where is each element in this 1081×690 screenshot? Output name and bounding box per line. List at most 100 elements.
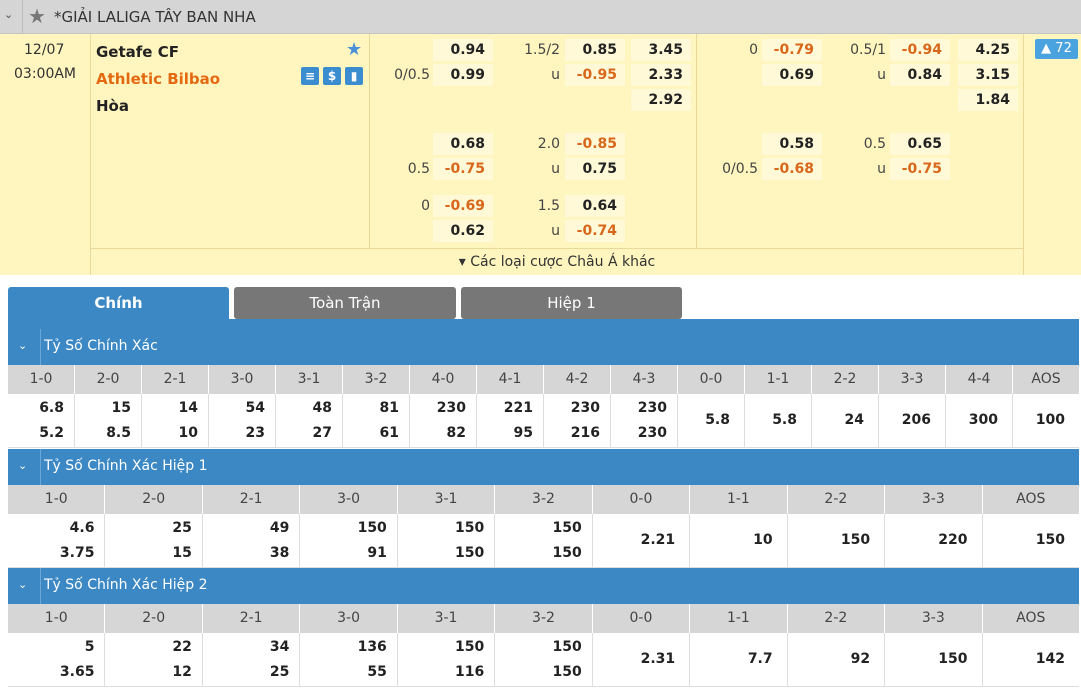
odds-cell[interactable]: 2.33 [631, 64, 691, 86]
score-odds-cell[interactable]: 24 [812, 394, 879, 447]
score-odds-cell[interactable]: 230 82 [410, 394, 477, 447]
score-odds-cell[interactable]: 2.31 [593, 633, 691, 686]
stats-icon[interactable]: ≡ [301, 67, 319, 85]
odds-cell[interactable]: 0.68 [433, 133, 493, 155]
home-team[interactable]: Getafe CF [96, 43, 179, 61]
odds-value: 8.5 [106, 425, 131, 441]
odds-cell[interactable]: -0.75 [890, 158, 950, 180]
score-odds-cell[interactable]: 49 38 [203, 514, 301, 567]
section-header[interactable]: ⌄ Tỷ Số Chính Xác [8, 329, 1079, 365]
more-markets-badge[interactable]: ▲ 72 [1035, 39, 1078, 59]
tab-main[interactable]: Chính [8, 287, 229, 319]
score-odds-cell[interactable]: 206 [879, 394, 946, 447]
score-odds-cell[interactable]: 2.21 [593, 514, 691, 567]
score-odds-cell[interactable]: 54 23 [209, 394, 276, 447]
star-icon[interactable]: ★ [28, 4, 46, 28]
score-odds-cell[interactable]: 22 12 [105, 633, 203, 686]
score-odds-cell[interactable]: 142 [983, 633, 1079, 686]
score-header: 2-0 [105, 604, 203, 633]
chevron-down-icon[interactable]: ⌄ [18, 339, 27, 352]
odds-cell[interactable]: -0.69 [433, 195, 493, 217]
score-odds-cell[interactable]: 136 55 [300, 633, 398, 686]
odds-cell[interactable]: 4.25 [958, 39, 1018, 61]
more-asian-odds-link[interactable]: ▾ Các loại cược Châu Á khác [90, 248, 1024, 275]
odds-cell[interactable]: -0.85 [565, 133, 625, 155]
chevron-down-icon[interactable]: ⌄ [4, 8, 18, 24]
score-header: 2-2 [788, 604, 886, 633]
tab-full-match[interactable]: Toàn Trận [234, 287, 456, 319]
divider [40, 568, 41, 604]
score-odds-cell[interactable]: 48 27 [276, 394, 343, 447]
chevron-down-icon[interactable]: ⌄ [18, 459, 27, 472]
odds-value: 12 [172, 664, 192, 680]
score-odds-cell[interactable]: 220 [885, 514, 983, 567]
score-odds-cell[interactable]: 5 3.65 [8, 633, 106, 686]
score-header: AOS [1016, 610, 1046, 626]
odds-value: 3.65 [59, 664, 95, 680]
score-odds-cell[interactable]: 150 [983, 514, 1079, 567]
score-odds-cell[interactable]: 150 150 [495, 633, 593, 686]
score-odds-cell[interactable]: 25 15 [105, 514, 203, 567]
chart-icon[interactable]: ▮ [345, 67, 363, 85]
odds-cell[interactable]: 0.75 [565, 158, 625, 180]
odds-cell[interactable]: -0.95 [565, 64, 625, 86]
score-odds-cell[interactable]: 15 8.5 [75, 394, 142, 447]
odds-cell[interactable]: -0.74 [565, 220, 625, 242]
odds-cell[interactable]: -0.94 [890, 39, 950, 61]
tab-first-half[interactable]: Hiệp 1 [461, 287, 682, 319]
score-odds-cell[interactable]: 7.7 [690, 633, 788, 686]
league-header[interactable]: ⌄ ★ *GIẢI LALIGA TÂY BAN NHA [0, 0, 1081, 34]
score-odds-row: 5 3.65 22 12 34 25 136 55 150 116 150 150 2.31 7.7 92 1… [8, 633, 1079, 687]
away-team[interactable]: Athletic Bilbao [96, 70, 220, 88]
dollar-icon[interactable]: $ [323, 67, 341, 85]
section-header[interactable]: ⌄ Tỷ Số Chính Xác Hiệp 1 [8, 449, 1079, 485]
score-odds-cell[interactable]: 300 [946, 394, 1013, 447]
score-odds-cell[interactable]: 81 61 [343, 394, 410, 447]
odds-cell[interactable]: -0.79 [762, 39, 822, 61]
odds-cell[interactable]: 3.15 [958, 64, 1018, 86]
score-odds-cell[interactable]: 150 150 [398, 514, 496, 567]
score-odds-cell[interactable]: 150 [885, 633, 983, 686]
score-odds-cell[interactable]: 221 95 [477, 394, 544, 447]
score-odds-cell[interactable]: 150 150 [495, 514, 593, 567]
odds-cell[interactable]: 0.94 [433, 39, 493, 61]
odds-value: 55 [367, 664, 387, 680]
odds-cell[interactable]: 0.85 [565, 39, 625, 61]
odds-cell[interactable]: 0.65 [890, 133, 950, 155]
score-odds-cell[interactable]: 150 116 [398, 633, 496, 686]
favorite-star-icon[interactable]: ★ [346, 39, 362, 60]
score-odds-cell[interactable]: 5.8 [745, 394, 812, 447]
score-odds-cell[interactable]: 150 [788, 514, 886, 567]
odds-cell[interactable]: 0.84 [890, 64, 950, 86]
odds-cell[interactable]: 0.64 [565, 195, 625, 217]
score-odds-cell[interactable]: 34 25 [203, 633, 301, 686]
odds-cell[interactable]: 2.92 [631, 89, 691, 111]
score-odds-cell[interactable]: 230 216 [544, 394, 611, 447]
score-odds-cell[interactable]: 6.8 5.2 [8, 394, 75, 447]
score-odds-cell[interactable]: 10 [690, 514, 788, 567]
score-odds-cell[interactable]: 5.8 [678, 394, 745, 447]
match-row: 12/07 03:00AM Getafe CF Athletic Bilbao … [0, 34, 1081, 275]
odds-value: 2.21 [640, 532, 676, 548]
odds-cell[interactable]: 3.45 [631, 39, 691, 61]
score-odds-cell[interactable]: 4.6 3.75 [8, 514, 106, 567]
score-header: 2-1 [142, 365, 209, 394]
score-odds-cell[interactable]: 150 91 [300, 514, 398, 567]
odds-cell[interactable]: 1.84 [958, 89, 1018, 111]
match-date: 12/07 [24, 42, 65, 58]
odds-value: 5.8 [705, 412, 730, 428]
score-header: 2-0 [75, 365, 142, 394]
odds-cell[interactable]: 0.62 [433, 220, 493, 242]
score-odds-cell[interactable]: 230 230 [611, 394, 678, 447]
odds-cell[interactable]: 0.69 [762, 64, 822, 86]
odds-cell[interactable]: -0.68 [762, 158, 822, 180]
chevron-down-icon[interactable]: ⌄ [18, 578, 27, 591]
odds-cell[interactable]: 0.99 [433, 64, 493, 86]
odds-cell[interactable]: 0.58 [762, 133, 822, 155]
score-header: 3-1 [398, 485, 496, 514]
odds-cell[interactable]: -0.75 [433, 158, 493, 180]
score-odds-cell[interactable]: 92 [788, 633, 886, 686]
score-odds-cell[interactable]: 100 [1013, 394, 1079, 447]
section-header[interactable]: ⌄ Tỷ Số Chính Xác Hiệp 2 [8, 568, 1079, 604]
score-odds-cell[interactable]: 14 10 [142, 394, 209, 447]
